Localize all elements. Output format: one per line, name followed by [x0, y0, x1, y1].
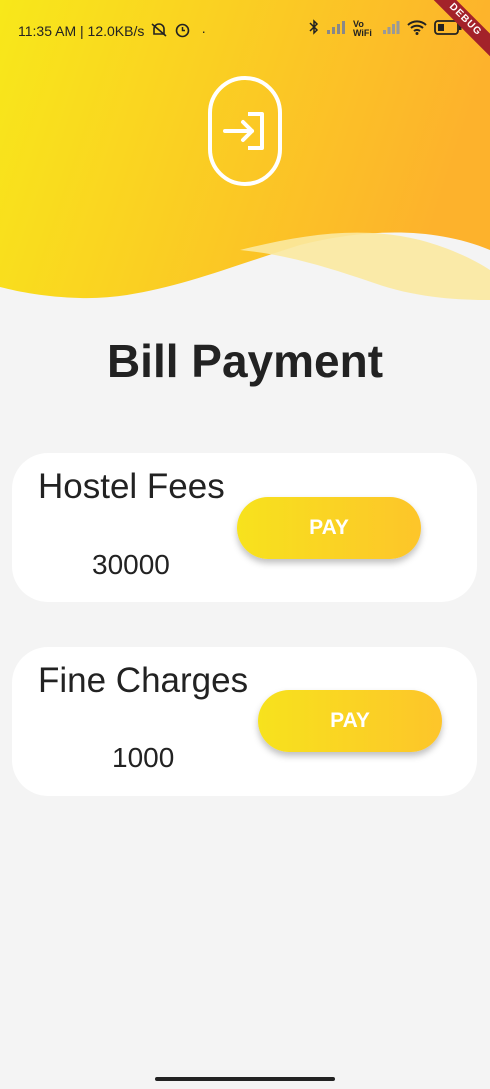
- mute-icon: [150, 22, 168, 41]
- status-bar: 11:35 AM | 12.0KB/s · Vo WiFi DEBUG: [0, 0, 490, 65]
- status-dot: ·: [201, 23, 207, 39]
- pay-button-hostel-fees[interactable]: PAY: [237, 497, 421, 559]
- bill-amount: 30000: [92, 549, 170, 580]
- status-right: Vo WiFi: [309, 19, 462, 38]
- status-time-speed: 11:35 AM | 12.0KB/s: [18, 23, 145, 39]
- signal-icon: [326, 20, 346, 37]
- signal-icon-2: [382, 20, 400, 37]
- status-left: 11:35 AM | 12.0KB/s ·: [18, 21, 206, 41]
- alarm-icon: [174, 21, 191, 41]
- bill-card-fine-charges: Fine Charges 1000 PAY: [12, 647, 477, 796]
- bill-name: Fine Charges: [38, 661, 249, 700]
- bluetooth-icon: [309, 19, 319, 38]
- bill-name: Hostel Fees: [38, 467, 225, 506]
- bill-card-hostel-fees: Hostel Fees 30000 PAY: [12, 453, 477, 602]
- pay-button-fine-charges[interactable]: PAY: [258, 690, 442, 752]
- network-label: Vo WiFi: [353, 18, 372, 38]
- home-indicator[interactable]: [155, 1077, 335, 1081]
- page-title: Bill Payment: [106, 335, 384, 387]
- login-icon: [208, 76, 282, 186]
- bill-amount: 1000: [112, 742, 175, 773]
- wifi-icon: [407, 19, 427, 38]
